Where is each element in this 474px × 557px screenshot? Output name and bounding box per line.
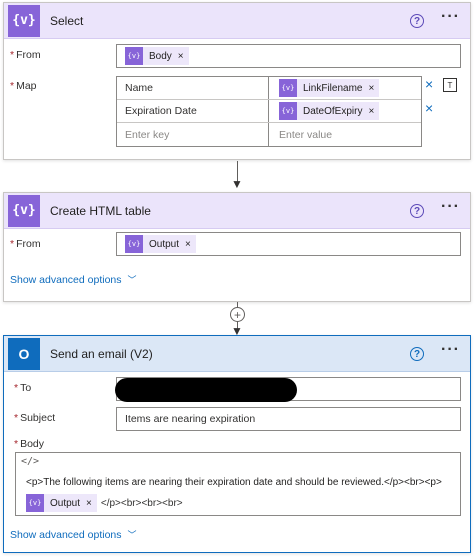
code-view-icon[interactable]: </> (21, 456, 39, 467)
dynamic-content-token[interactable]: {v} Output × (125, 235, 196, 253)
arrow-down-icon: ▼ (231, 177, 243, 191)
token-icon: {v} (26, 494, 44, 512)
body-html-text: <p>The following items are nearing their… (26, 477, 442, 488)
enter-value-input[interactable]: Enter value (269, 123, 421, 146)
chevron-down-icon: ﹀ (127, 530, 137, 540)
delete-row-icon[interactable]: × (425, 100, 433, 116)
token-icon: {v} (279, 79, 297, 97)
dynamic-content-token[interactable]: {v} LinkFilename × (279, 79, 380, 97)
delete-row-icon[interactable]: × (425, 76, 433, 92)
token-icon: {v} (125, 47, 143, 65)
more-options-button[interactable]: ··· (441, 341, 460, 359)
help-icon[interactable]: ? (410, 347, 424, 361)
more-options-button[interactable]: ··· (441, 8, 460, 26)
outlook-icon: O (8, 337, 40, 370)
to-label: * To (14, 382, 32, 394)
help-icon[interactable]: ? (410, 204, 424, 218)
show-advanced-options-link[interactable]: Show advanced options ﹀ (10, 273, 137, 286)
from-label: * From (10, 238, 41, 250)
map-row: Expiration Date {v} DateOfExpiry × (117, 100, 421, 123)
map-label: * Map (10, 80, 37, 92)
card-title: Send an email (V2) (50, 346, 153, 361)
redaction-mark (115, 378, 297, 402)
token-icon: {v} (125, 235, 143, 253)
email-card-header[interactable]: O Send an email (V2) ? ··· (4, 336, 470, 372)
remove-token-icon[interactable]: × (178, 51, 184, 62)
switch-to-text-mode-icon[interactable]: T (443, 78, 457, 92)
from-label: * From (10, 49, 41, 61)
from-input[interactable]: {v} Body × (116, 44, 461, 68)
dynamic-content-token[interactable]: {v} DateOfExpiry × (279, 102, 380, 120)
map-value-input[interactable]: {v} LinkFilename × (269, 77, 421, 99)
insert-step-button[interactable]: + (230, 307, 245, 322)
remove-token-icon[interactable]: × (368, 83, 374, 94)
select-card-header[interactable]: {v} Select ? ··· (4, 3, 470, 39)
help-icon[interactable]: ? (410, 14, 424, 28)
map-key-input[interactable]: Expiration Date (117, 100, 269, 122)
html-card-header[interactable]: {v} Create HTML table ? ··· (4, 193, 470, 229)
body-html-line: {v} Output × </p><br><br><br> (26, 494, 183, 512)
show-advanced-options-link[interactable]: Show advanced options ﹀ (10, 528, 137, 541)
card-title: Create HTML table (50, 203, 151, 218)
map-table: Name {v} LinkFilename × Expiration Date … (116, 76, 422, 147)
data-operation-icon: {v} (8, 4, 40, 37)
remove-token-icon[interactable]: × (185, 239, 191, 250)
more-options-button[interactable]: ··· (441, 198, 460, 216)
map-key-input[interactable]: Name (117, 77, 269, 99)
map-row-empty: Enter key Enter value (117, 123, 421, 146)
remove-token-icon[interactable]: × (368, 106, 374, 117)
dynamic-content-token[interactable]: {v} Body × (125, 47, 189, 65)
token-icon: {v} (279, 102, 297, 120)
body-label: * Body (14, 438, 45, 450)
body-editor[interactable]: </> <p>The following items are nearing t… (15, 452, 461, 516)
map-row: Name {v} LinkFilename × (117, 77, 421, 100)
from-input[interactable]: {v} Output × (116, 232, 461, 256)
data-operation-icon: {v} (8, 194, 40, 227)
body-html-tail: </p><br><br><br> (100, 497, 183, 509)
card-title: Select (50, 13, 84, 28)
chevron-down-icon: ﹀ (127, 275, 137, 285)
dynamic-content-token[interactable]: {v} Output × (26, 494, 97, 512)
remove-token-icon[interactable]: × (86, 498, 92, 509)
subject-label: * Subject (14, 412, 56, 424)
send-email-card: O Send an email (V2) ? ··· (3, 335, 471, 553)
subject-input[interactable]: Items are nearing expiration (116, 407, 461, 431)
enter-key-input[interactable]: Enter key (117, 123, 269, 146)
map-value-input[interactable]: {v} DateOfExpiry × (269, 100, 421, 122)
